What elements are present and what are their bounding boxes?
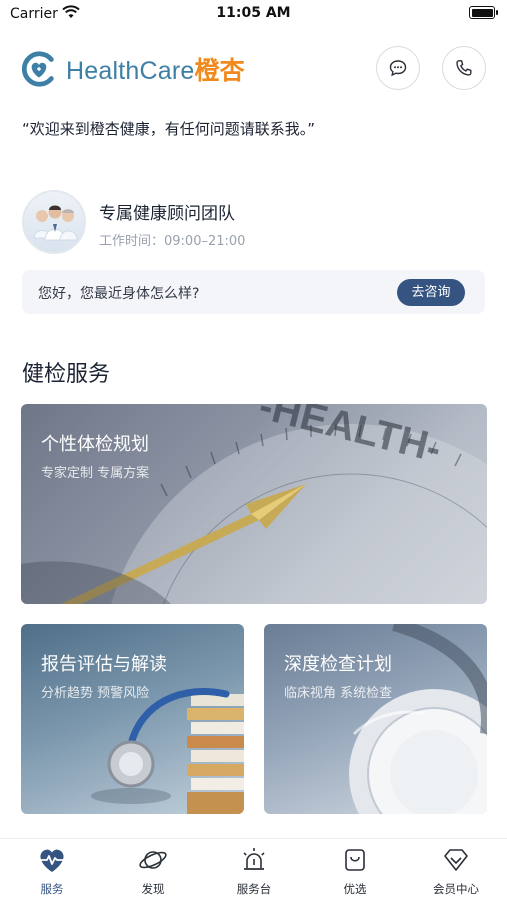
brand-name-cn: 橙杏 — [194, 56, 245, 85]
tab-label: 服务台 — [236, 882, 272, 896]
battery-icon — [469, 6, 498, 19]
header: HealthCare橙杏 — [0, 44, 507, 94]
tab-label: 发现 — [141, 882, 165, 896]
card-title: 深度检查计划 — [284, 654, 392, 675]
advisor-message: 您好，您最近身体怎么样? — [38, 286, 200, 302]
tab-label: 优选 — [343, 882, 367, 896]
logo-heart-icon — [21, 51, 54, 87]
tab-member-center[interactable]: 会员中心 — [416, 845, 496, 897]
card-title: 个性体检规划 — [41, 434, 149, 455]
brand-name-en: HealthCare — [66, 57, 195, 85]
card-title: 报告评估与解读 — [41, 654, 167, 675]
deep-checkup-plan-card[interactable]: 深度检查计划 临床视角 系统检查 — [264, 624, 487, 814]
phone-icon — [456, 60, 472, 76]
card-subtitle: 专家定制 专属方案 — [41, 466, 150, 481]
shopping-bag-icon — [345, 849, 365, 871]
card-subtitle: 分析趋势 预警风险 — [41, 686, 150, 701]
brand-logo: HealthCare橙杏 — [20, 50, 245, 88]
tab-service-desk[interactable]: 服务台 — [214, 845, 294, 897]
tab-discover[interactable]: 发现 — [113, 845, 193, 897]
planet-icon — [139, 851, 167, 869]
advisor-team-name: 专属健康顾问团队 — [99, 204, 235, 224]
chat-bubble-icon — [389, 60, 407, 77]
diamond-icon — [444, 849, 468, 871]
advisor-avatar — [22, 190, 86, 254]
tab-service[interactable]: 服务 — [12, 845, 92, 897]
advisor-card[interactable]: 专属健康顾问团队 工作时间：09:00–21:00 — [22, 190, 485, 260]
clock-time: 11:05 AM — [216, 5, 291, 21]
advisor-work-hours: 工作时间：09:00–21:00 — [99, 234, 246, 249]
personal-checkup-plan-card[interactable]: -HEALTH- 个性体检规划 专家定制 专属方案 — [21, 404, 487, 604]
report-evaluation-card[interactable]: 报告评估与解读 分析趋势 预警风险 — [21, 624, 244, 814]
tab-label: 会员中心 — [433, 882, 479, 896]
tab-label: 服务 — [40, 882, 64, 896]
section-title: 健检服务 — [22, 362, 111, 387]
welcome-message: “欢迎来到橙杏健康，有任何问题请联系我。” — [22, 120, 316, 138]
consult-button[interactable]: 去咨询 — [397, 279, 465, 306]
tab-selected[interactable]: 优选 — [315, 845, 395, 897]
call-button[interactable] — [442, 46, 486, 90]
tab-bar: 服务 发现 服务台 优选 会员中心 — [0, 838, 507, 900]
alarm-light-icon — [243, 848, 265, 870]
status-bar: Carrier 11:05 AM — [0, 0, 507, 30]
message-button[interactable] — [376, 46, 420, 90]
heartbeat-icon — [40, 849, 64, 872]
card-subtitle: 临床视角 系统检查 — [284, 686, 393, 701]
consult-bar[interactable]: 您好，您最近身体怎么样? 去咨询 — [22, 270, 485, 314]
